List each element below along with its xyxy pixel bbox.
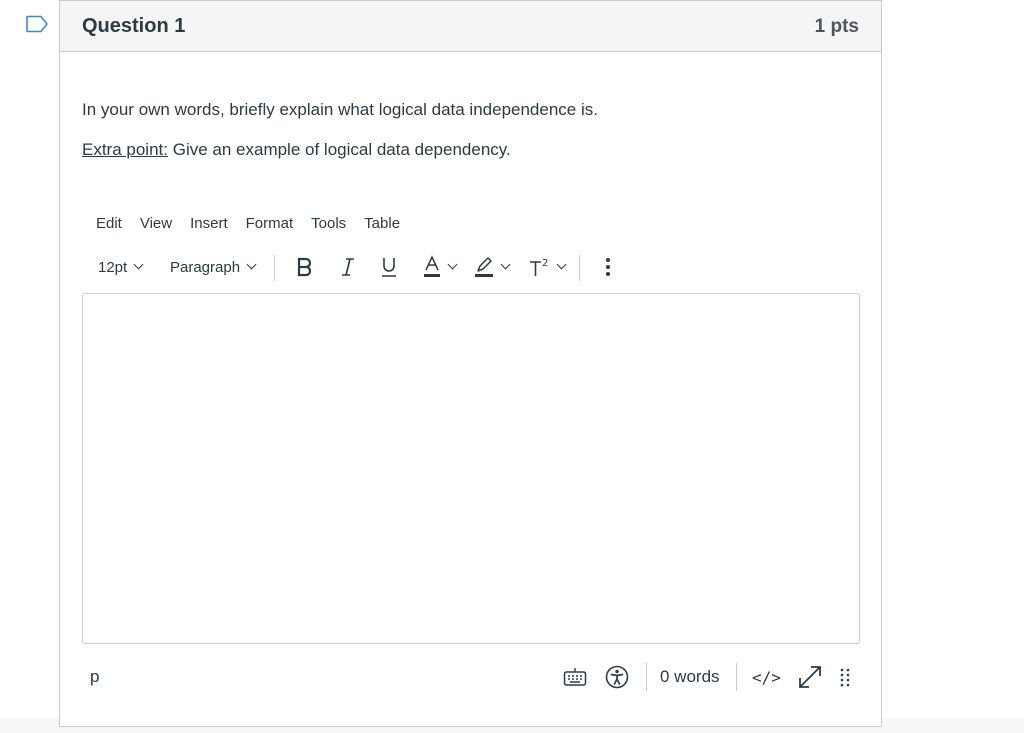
fullscreen-button[interactable] [797,659,823,695]
block-format-value: Paragraph [170,258,241,276]
more-vertical-icon [606,258,610,276]
svg-text:2: 2 [542,258,548,269]
italic-button[interactable] [340,251,356,283]
accessibility-icon [605,665,629,689]
chevron-down-icon [447,259,458,270]
underline-button[interactable] [380,251,398,283]
chevron-down-icon [556,259,567,270]
extra-point-text: Give an example of logical data dependen… [168,140,511,159]
html-editor-toggle[interactable]: </> [752,659,781,695]
text-color-button[interactable] [423,251,458,283]
menu-insert[interactable]: Insert [190,215,228,237]
superscript-icon: 2 [530,258,548,276]
keyboard-shortcuts-button[interactable] [563,659,587,695]
toolbar-divider [579,255,580,281]
bold-icon [297,257,312,277]
menu-view[interactable]: View [140,215,172,237]
question-header: Question 1 1 pts [60,1,881,52]
editor-toolbar: 12pt Paragraph 2 [88,251,628,283]
question-extra: Extra point: Give an example of logical … [82,140,511,160]
editor-statusbar: p 0 words </> [60,659,881,695]
extra-point-label: Extra point: [82,140,168,159]
fullscreen-icon [799,666,821,688]
statusbar-divider [646,663,647,691]
font-size-select[interactable]: 12pt [98,251,144,283]
menu-table[interactable]: Table [364,215,400,237]
highlight-icon [475,257,493,277]
underline-icon [382,258,396,277]
menu-format[interactable]: Format [246,215,294,237]
menu-edit[interactable]: Edit [96,215,122,237]
italic-icon [342,258,354,276]
keyboard-icon [563,668,587,686]
editor-menubar: Edit View Insert Format Tools Table [96,215,418,237]
text-color-icon [424,255,440,277]
menu-tools[interactable]: Tools [311,215,346,237]
block-format-select[interactable]: Paragraph [170,251,257,283]
accessibility-checker-button[interactable] [605,659,629,695]
flag-icon[interactable] [25,15,49,33]
chevron-down-icon [133,259,144,270]
chevron-down-icon [500,259,511,270]
question-prompt: In your own words, briefly explain what … [82,100,598,119]
question-title: Question 1 [82,15,186,37]
resize-handle[interactable] [838,659,852,695]
more-options-button[interactable] [600,251,616,283]
rich-text-editor[interactable] [82,293,860,644]
word-count[interactable]: 0 words [660,659,720,695]
highlight-button[interactable] [474,251,511,283]
font-size-value: 12pt [98,258,128,276]
chevron-down-icon [246,259,257,270]
superscript-button[interactable]: 2 [528,251,567,283]
statusbar-divider [736,663,737,691]
question-points: 1 pts [814,16,859,37]
resize-handle-icon [840,668,850,687]
toolbar-divider [274,255,275,281]
bold-button[interactable] [296,251,314,283]
element-path[interactable]: p [90,659,99,695]
question-card: Question 1 1 pts In your own words, brie… [59,0,882,727]
